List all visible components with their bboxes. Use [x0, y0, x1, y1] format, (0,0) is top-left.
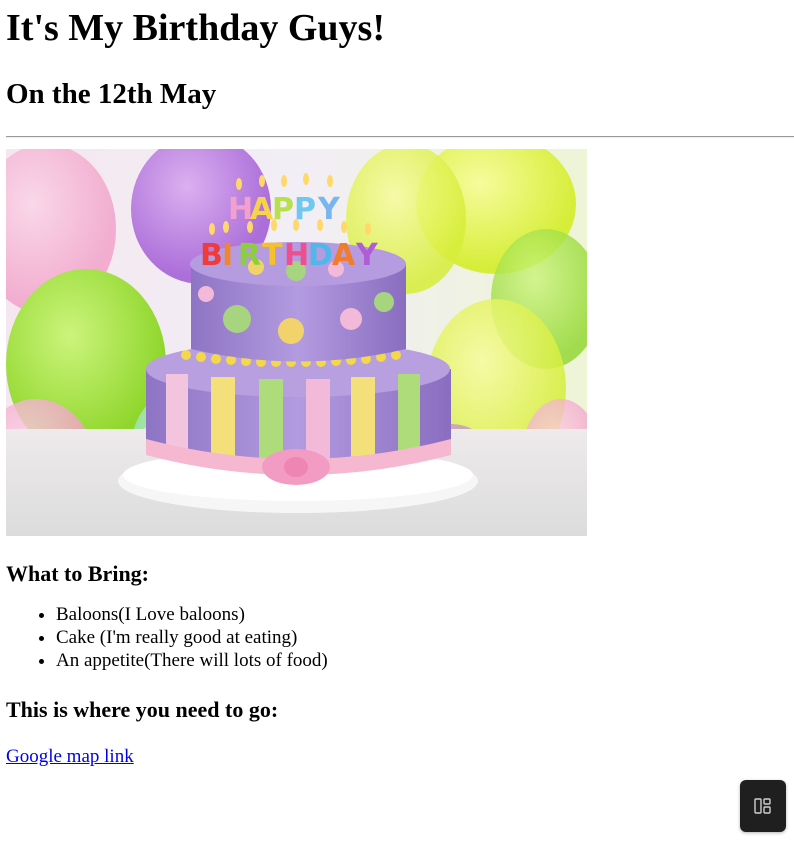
- svg-text:I: I: [222, 238, 233, 273]
- list-item: Baloons(I Love baloons): [56, 603, 788, 626]
- svg-text:A: A: [332, 238, 356, 273]
- divider: [6, 136, 794, 138]
- list-item: An appetite(There will lots of food): [56, 649, 788, 672]
- layout-panel-button[interactable]: [740, 780, 786, 832]
- svg-text:R: R: [238, 238, 261, 273]
- bring-list: Baloons(I Love baloons) Cake (I'm really…: [6, 603, 788, 672]
- google-map-link[interactable]: Google map link: [6, 745, 134, 768]
- page-title: It's My Birthday Guys!: [6, 7, 385, 49]
- page-content: It's My Birthday Guys! On the 12th May H…: [0, 0, 794, 768]
- location-heading: This is where you need to go:: [6, 697, 279, 722]
- svg-text:H: H: [284, 238, 309, 273]
- bring-heading: What to Bring:: [6, 561, 149, 586]
- layout-panel-icon: [754, 798, 771, 814]
- list-item: Cake (I'm really good at eating): [56, 626, 788, 649]
- svg-text:B: B: [200, 238, 223, 273]
- svg-text:Y: Y: [355, 238, 379, 273]
- event-date: On the 12th May: [6, 78, 217, 110]
- svg-text:T: T: [262, 238, 283, 273]
- svg-text:A: A: [250, 192, 274, 227]
- svg-text:D: D: [308, 238, 333, 273]
- birthday-cake-image: H A P P Y B I R T H D A Y: [6, 149, 587, 536]
